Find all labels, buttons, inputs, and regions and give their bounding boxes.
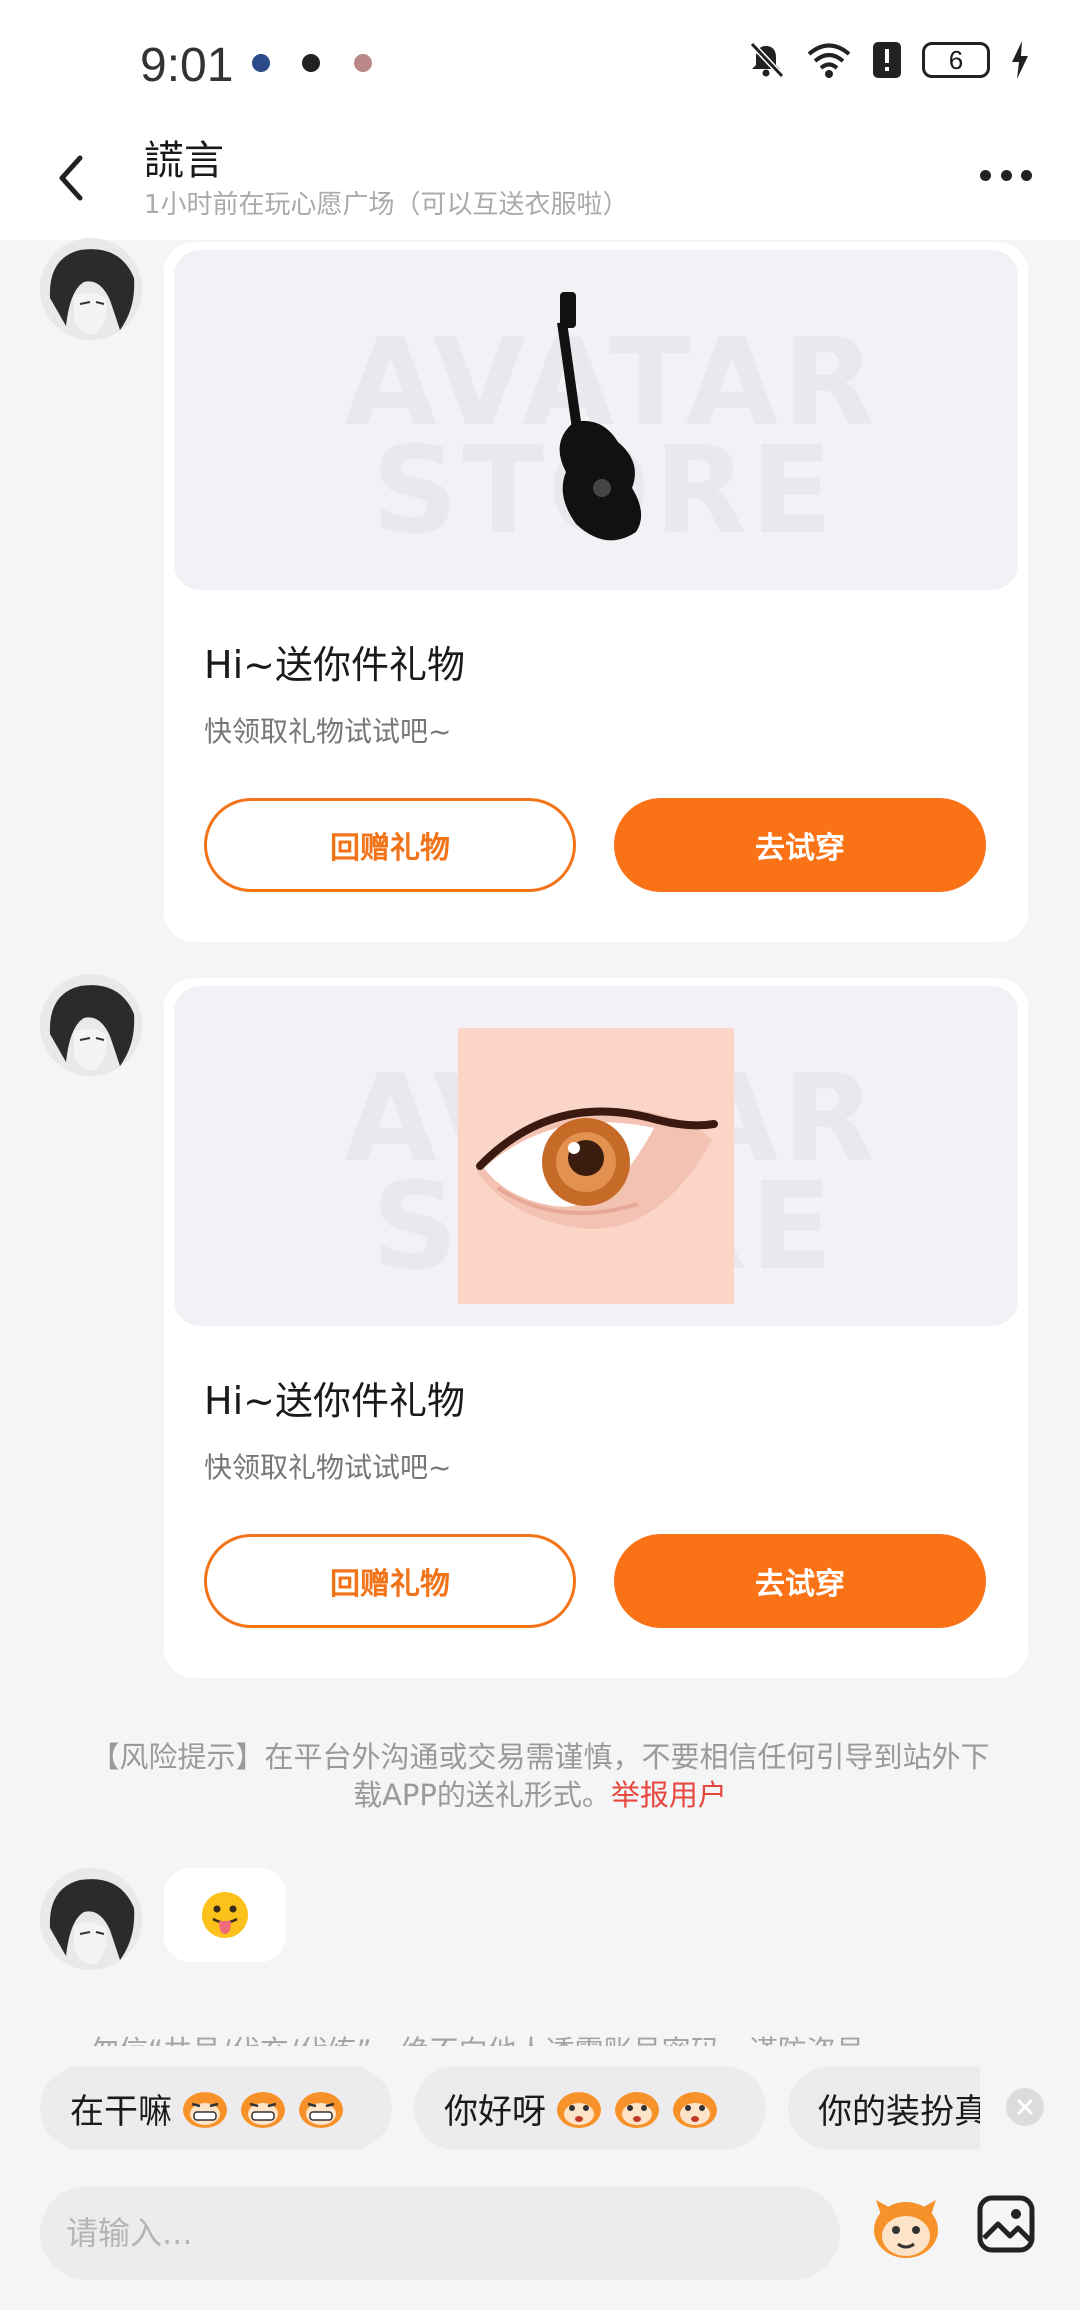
dot-icon xyxy=(1021,169,1032,181)
quick-reply-chip[interactable]: 在干嘛 xyxy=(40,2066,392,2150)
avatar[interactable] xyxy=(40,974,142,1076)
quick-reply-label: 在干嘛 xyxy=(70,2091,172,2132)
return-gift-button[interactable]: 回赠礼物 xyxy=(204,798,576,892)
battery-level: 6 xyxy=(948,44,964,75)
risk-warning-text: 【风险提示】在平台外沟通或交易需谨慎，不要相信任何引导到站外下载APP的送礼形式… xyxy=(90,1740,990,1812)
gift-description: 快领取礼物试试吧~ xyxy=(204,715,452,748)
security-notice: 勿信“共号/代充/代练”，绝不向他人透露账号密码，谨防盗号 xyxy=(90,2028,990,2046)
eye-icon xyxy=(458,1028,734,1304)
guitar-icon xyxy=(557,292,642,541)
battery-icon: 6 xyxy=(922,42,990,78)
quick-reply-label: 你的装扮真 xyxy=(818,2091,980,2132)
app-notification-icon xyxy=(354,54,372,72)
charging-icon xyxy=(1012,41,1028,79)
monkey-grin-icon xyxy=(299,2092,343,2128)
wifi-icon xyxy=(807,43,851,78)
message-input[interactable] xyxy=(40,2186,840,2280)
try-on-button[interactable]: 去试穿 xyxy=(614,798,986,892)
contact-status: 1小时前在玩心愿广场（可以互送衣服啦） xyxy=(144,190,629,220)
close-icon xyxy=(1017,2099,1033,2115)
back-arrow-icon[interactable] xyxy=(48,150,96,206)
close-quick-replies-button[interactable] xyxy=(1006,2088,1044,2126)
monkey-grin-icon xyxy=(183,2092,227,2128)
monkey-sticker-icon[interactable] xyxy=(868,2188,944,2264)
monkey-grin-icon xyxy=(241,2092,285,2128)
status-time: 9:01 xyxy=(140,39,234,92)
try-on-button[interactable]: 去试穿 xyxy=(614,1534,986,1628)
risk-warning: 【风险提示】在平台外沟通或交易需谨慎，不要相信任何引导到站外下载APP的送礼形式… xyxy=(90,1738,990,1814)
avatar[interactable] xyxy=(40,1868,142,1970)
report-user-link[interactable]: 举报用户 xyxy=(611,1778,727,1812)
monkey-wave-icon xyxy=(673,2092,717,2128)
gift-preview: AVATAR STORE xyxy=(174,986,1018,1326)
avatar[interactable] xyxy=(40,238,142,340)
monkey-wave-icon xyxy=(557,2092,601,2128)
gift-preview: AVATAR STORE xyxy=(174,250,1018,590)
quick-reply-chip[interactable]: 你的装扮真 xyxy=(788,2066,980,2150)
more-options-button[interactable] xyxy=(980,160,1032,190)
gift-card: AVATAR STORE Hi~送你件礼物 快领取礼物试试吧~ 回赠礼物 去试穿 xyxy=(164,242,1028,942)
alert-icon xyxy=(873,42,901,78)
chat-header: 謊言 1小时前在玩心愿广场（可以互送衣服啦） xyxy=(0,120,1080,240)
dot-icon xyxy=(1000,169,1012,181)
quick-reply-bar: 在干嘛 你好呀 你的装扮真 xyxy=(40,2066,980,2152)
monkey-wave-icon xyxy=(615,2092,659,2128)
quick-reply-chip[interactable]: 你好呀 xyxy=(414,2066,766,2150)
gift-title: Hi~送你件礼物 xyxy=(204,1379,465,1423)
gift-card: AVATAR STORE Hi~送你件礼物 快领取礼物试试吧~ 回赠礼物 去试穿 xyxy=(164,978,1028,1678)
image-picker-icon[interactable] xyxy=(976,2194,1036,2254)
dot-icon xyxy=(980,169,991,181)
quick-reply-label: 你好呀 xyxy=(444,2091,546,2132)
return-gift-button[interactable]: 回赠礼物 xyxy=(204,1534,576,1628)
app-notification-icon xyxy=(252,54,270,72)
contact-name: 謊言 xyxy=(144,138,224,184)
status-bar: 9:01 6 xyxy=(0,0,1080,120)
game-notification-icon xyxy=(302,54,320,72)
gift-description: 快领取礼物试试吧~ xyxy=(204,1451,452,1484)
tongue-out-emoji-icon xyxy=(202,1892,248,1938)
gift-title: Hi~送你件礼物 xyxy=(204,643,465,687)
notification-muted-icon xyxy=(749,41,785,79)
emoji-message-bubble[interactable] xyxy=(164,1868,286,1962)
status-icons: 6 xyxy=(746,40,1030,80)
bottom-input-panel: 在干嘛 你好呀 你的装扮真 xyxy=(0,2046,1080,2310)
